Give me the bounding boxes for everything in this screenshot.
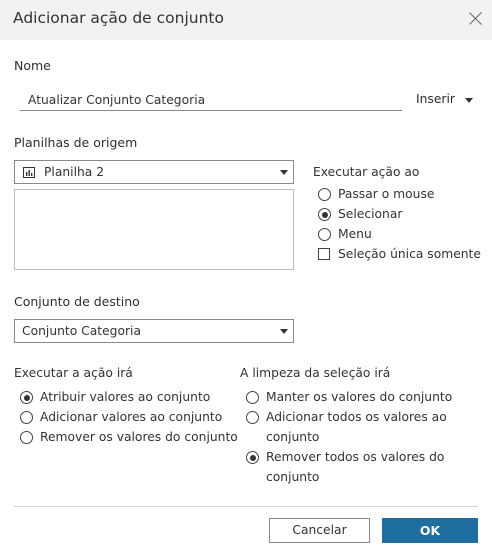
radio-remove-values[interactable] (20, 431, 33, 444)
clearing-selection-label: A limpeza da seleção irá (240, 366, 391, 380)
radio-remove-all-values[interactable] (246, 451, 259, 464)
radio-select-label: Selecionar (338, 207, 403, 221)
dialog-title: Adicionar ação de conjunto (13, 9, 224, 27)
source-sheets-label: Planilhas de origem (14, 135, 138, 150)
footer-divider (14, 506, 478, 507)
running-action-label: Executar a ação irá (14, 366, 133, 380)
chevron-down-icon (280, 329, 288, 334)
ok-button[interactable]: OK (382, 518, 478, 543)
single-select-checkbox[interactable] (318, 248, 330, 260)
close-icon[interactable] (466, 9, 486, 29)
insert-label: Inserir (416, 92, 455, 106)
radio-hover-label: Passar o mouse (338, 187, 435, 201)
radio-keep-values[interactable] (246, 391, 259, 404)
radio-remove-all-values-label-cont: conjunto (266, 470, 320, 484)
radio-keep-values-label: Manter os valores do conjunto (266, 390, 453, 404)
radio-assign-values[interactable] (20, 391, 33, 404)
target-set-value: Conjunto Categoria (22, 324, 142, 338)
name-input[interactable] (20, 89, 402, 111)
radio-add-all-values-label-cont: conjunto (266, 430, 320, 444)
radio-add-values-label: Adicionar valores ao conjunto (40, 410, 223, 424)
target-set-label: Conjunto de destino (14, 294, 140, 309)
name-label: Nome (14, 58, 51, 73)
radio-menu[interactable] (318, 228, 331, 241)
radio-hover[interactable] (318, 188, 331, 201)
insert-dropdown[interactable]: Inserir (416, 92, 473, 106)
source-sheet-value: Planilha 2 (44, 165, 105, 179)
radio-menu-label: Menu (338, 227, 372, 241)
source-sheet-select[interactable]: Planilha 2 (14, 160, 294, 184)
chevron-down-icon (280, 170, 288, 175)
title-bar: Adicionar ação de conjunto (0, 0, 492, 40)
run-action-on-label: Executar ação ao (313, 165, 420, 179)
chevron-down-icon (465, 98, 473, 103)
bar-chart-icon (23, 167, 35, 178)
radio-select[interactable] (318, 208, 331, 221)
radio-add-all-values-label: Adicionar todos os valores ao (266, 410, 447, 424)
cancel-button[interactable]: Cancelar (269, 518, 370, 543)
radio-remove-all-values-label: Remover todos os valores do (266, 450, 445, 464)
source-sheets-list[interactable] (14, 189, 294, 270)
radio-add-values[interactable] (20, 411, 33, 424)
single-select-label: Seleção única somente (338, 247, 481, 261)
radio-assign-values-label: Atribuir valores ao conjunto (40, 390, 211, 404)
radio-add-all-values[interactable] (246, 411, 259, 424)
target-set-select[interactable]: Conjunto Categoria (14, 319, 294, 343)
radio-remove-values-label: Remover os valores do conjunto (40, 430, 238, 444)
